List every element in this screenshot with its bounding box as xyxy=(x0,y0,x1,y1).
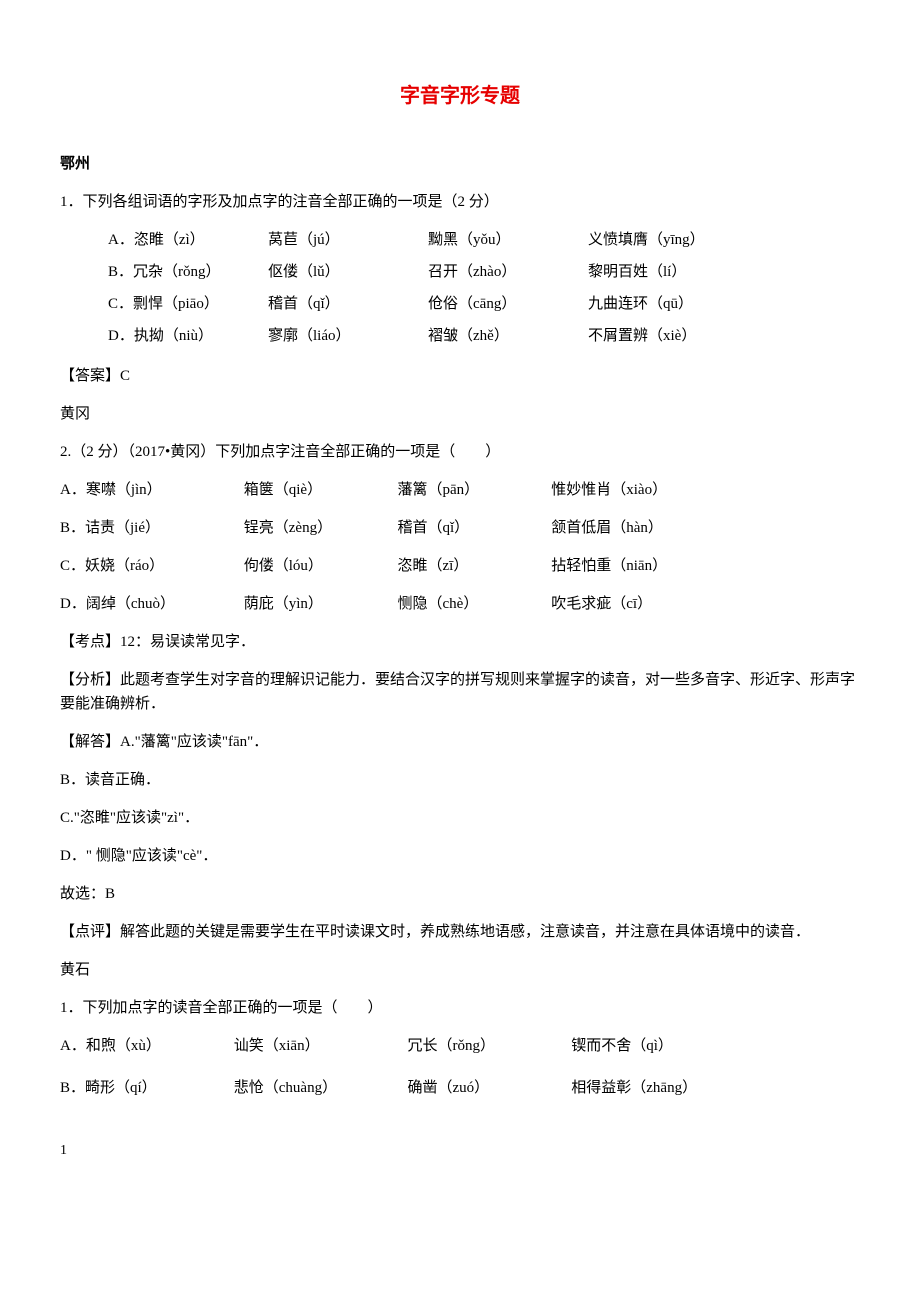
q1-question: 1．下列各组词语的字形及加点字的注音全部正确的一项是（2 分） xyxy=(60,190,860,214)
q1-c-4: 九曲连环（qū） xyxy=(588,292,788,316)
q1-b-3: 召开（zhào） xyxy=(428,260,588,284)
q2-option-c: C．妖娆（ráo） 佝偻（lóu） 恣睢（zī） 拈轻怕重（niān） xyxy=(60,554,860,578)
q3-question: 1．下列加点字的读音全部正确的一项是（ ） xyxy=(60,996,860,1020)
q1-b-2: 伛偻（lǔ） xyxy=(268,260,428,284)
q1-d-1: D．执拗（niù） xyxy=(108,324,268,348)
q3-a-2: 讪笑（xiān） xyxy=(234,1034,404,1058)
q2-kaodian: 【考点】12：易误读常见字． xyxy=(60,630,860,654)
q1-c-3: 伧俗（cāng） xyxy=(428,292,588,316)
section-header-huanggang: 黄冈 xyxy=(60,402,860,426)
q3-b-3: 确凿（zuó） xyxy=(408,1076,568,1100)
q2-a-4: 惟妙惟肖（xiào） xyxy=(551,478,751,502)
q1-a-1: A．恣睢（zì） xyxy=(108,228,268,252)
q2-b-1: B．诘责（jié） xyxy=(60,516,240,540)
q3-a-1: A．和煦（xù） xyxy=(60,1034,230,1058)
q3-a-4: 锲而不舍（qì） xyxy=(571,1034,771,1058)
page-number: 1 xyxy=(60,1140,860,1162)
q2-dianping: 【点评】解答此题的关键是需要学生在平时读课文时，养成熟练地语感，注意读音，并注意… xyxy=(60,920,860,944)
q3-b-1: B．畸形（qí） xyxy=(60,1076,230,1100)
q3-option-a: A．和煦（xù） 讪笑（xiān） 冗长（rǒng） 锲而不舍（qì） xyxy=(60,1034,860,1058)
q1-option-b: B．冗杂（rǒng） 伛偻（lǔ） 召开（zhào） 黎明百姓（lí） xyxy=(108,260,860,284)
q1-a-2: 莴苣（jú） xyxy=(268,228,428,252)
main-title: 字音字形专题 xyxy=(60,80,860,112)
q1-b-1: B．冗杂（rǒng） xyxy=(108,260,268,284)
q1-c-1: C．剽悍（piāo） xyxy=(108,292,268,316)
q2-jieda-d: D．" 恻隐"应该读"cè"． xyxy=(60,844,860,868)
q2-jieda-c: C."恣睢"应该读"zì"． xyxy=(60,806,860,830)
section-header-huangshi: 黄石 xyxy=(60,958,860,982)
q2-option-b: B．诘责（jié） 锃亮（zèng） 稽首（qǐ） 颔首低眉（hàn） xyxy=(60,516,860,540)
q1-answer: 【答案】C xyxy=(60,364,860,388)
q3-a-3: 冗长（rǒng） xyxy=(408,1034,568,1058)
q2-a-1: A．寒噤（jìn） xyxy=(60,478,240,502)
section-header-ezhou: 鄂州 xyxy=(60,152,860,176)
q2-b-3: 稽首（qǐ） xyxy=(398,516,548,540)
q2-jieda-b: B．读音正确． xyxy=(60,768,860,792)
q1-option-d: D．执拗（niù） 寥廓（liáo） 褶皱（zhě） 不屑置辨（xiè） xyxy=(108,324,860,348)
q3-b-4: 相得益彰（zhāng） xyxy=(571,1076,771,1100)
q2-d-3: 恻隐（chè） xyxy=(398,592,548,616)
q2-d-2: 荫庇（yìn） xyxy=(244,592,394,616)
q2-b-2: 锃亮（zèng） xyxy=(244,516,394,540)
q2-b-4: 颔首低眉（hàn） xyxy=(551,516,751,540)
q1-c-2: 稽首（qǐ） xyxy=(268,292,428,316)
q3-b-2: 悲怆（chuàng） xyxy=(234,1076,404,1100)
q2-option-a: A．寒噤（jìn） 箱箧（qiè） 藩篱（pān） 惟妙惟肖（xiào） xyxy=(60,478,860,502)
q2-c-1: C．妖娆（ráo） xyxy=(60,554,240,578)
q2-a-2: 箱箧（qiè） xyxy=(244,478,394,502)
q2-d-1: D．阔绰（chuò） xyxy=(60,592,240,616)
q1-d-4: 不屑置辨（xiè） xyxy=(588,324,788,348)
q2-c-4: 拈轻怕重（niān） xyxy=(551,554,751,578)
q2-a-3: 藩篱（pān） xyxy=(398,478,548,502)
q1-b-4: 黎明百姓（lí） xyxy=(588,260,788,284)
q1-a-4: 义愤填膺（yīng） xyxy=(588,228,788,252)
q2-c-3: 恣睢（zī） xyxy=(398,554,548,578)
q1-d-2: 寥廓（liáo） xyxy=(268,324,428,348)
q2-d-4: 吹毛求疵（cī） xyxy=(551,592,751,616)
q2-fenxi: 【分析】此题考查学生对字音的理解识记能力．要结合汉字的拼写规则来掌握字的读音，对… xyxy=(60,668,860,716)
q2-c-2: 佝偻（lóu） xyxy=(244,554,394,578)
q2-jieda-ans: 故选：B xyxy=(60,882,860,906)
q1-a-3: 黝黑（yǒu） xyxy=(428,228,588,252)
q2-question: 2.（2 分）（2017•黄冈）下列加点字注音全部正确的一项是（ ） xyxy=(60,440,860,464)
q1-option-a: A．恣睢（zì） 莴苣（jú） 黝黑（yǒu） 义愤填膺（yīng） xyxy=(108,228,860,252)
q1-option-c: C．剽悍（piāo） 稽首（qǐ） 伧俗（cāng） 九曲连环（qū） xyxy=(108,292,860,316)
q1-d-3: 褶皱（zhě） xyxy=(428,324,588,348)
q2-jieda-a: 【解答】A."藩篱"应该读"fān"． xyxy=(60,730,860,754)
q2-option-d: D．阔绰（chuò） 荫庇（yìn） 恻隐（chè） 吹毛求疵（cī） xyxy=(60,592,860,616)
q3-option-b: B．畸形（qí） 悲怆（chuàng） 确凿（zuó） 相得益彰（zhāng） xyxy=(60,1076,860,1100)
